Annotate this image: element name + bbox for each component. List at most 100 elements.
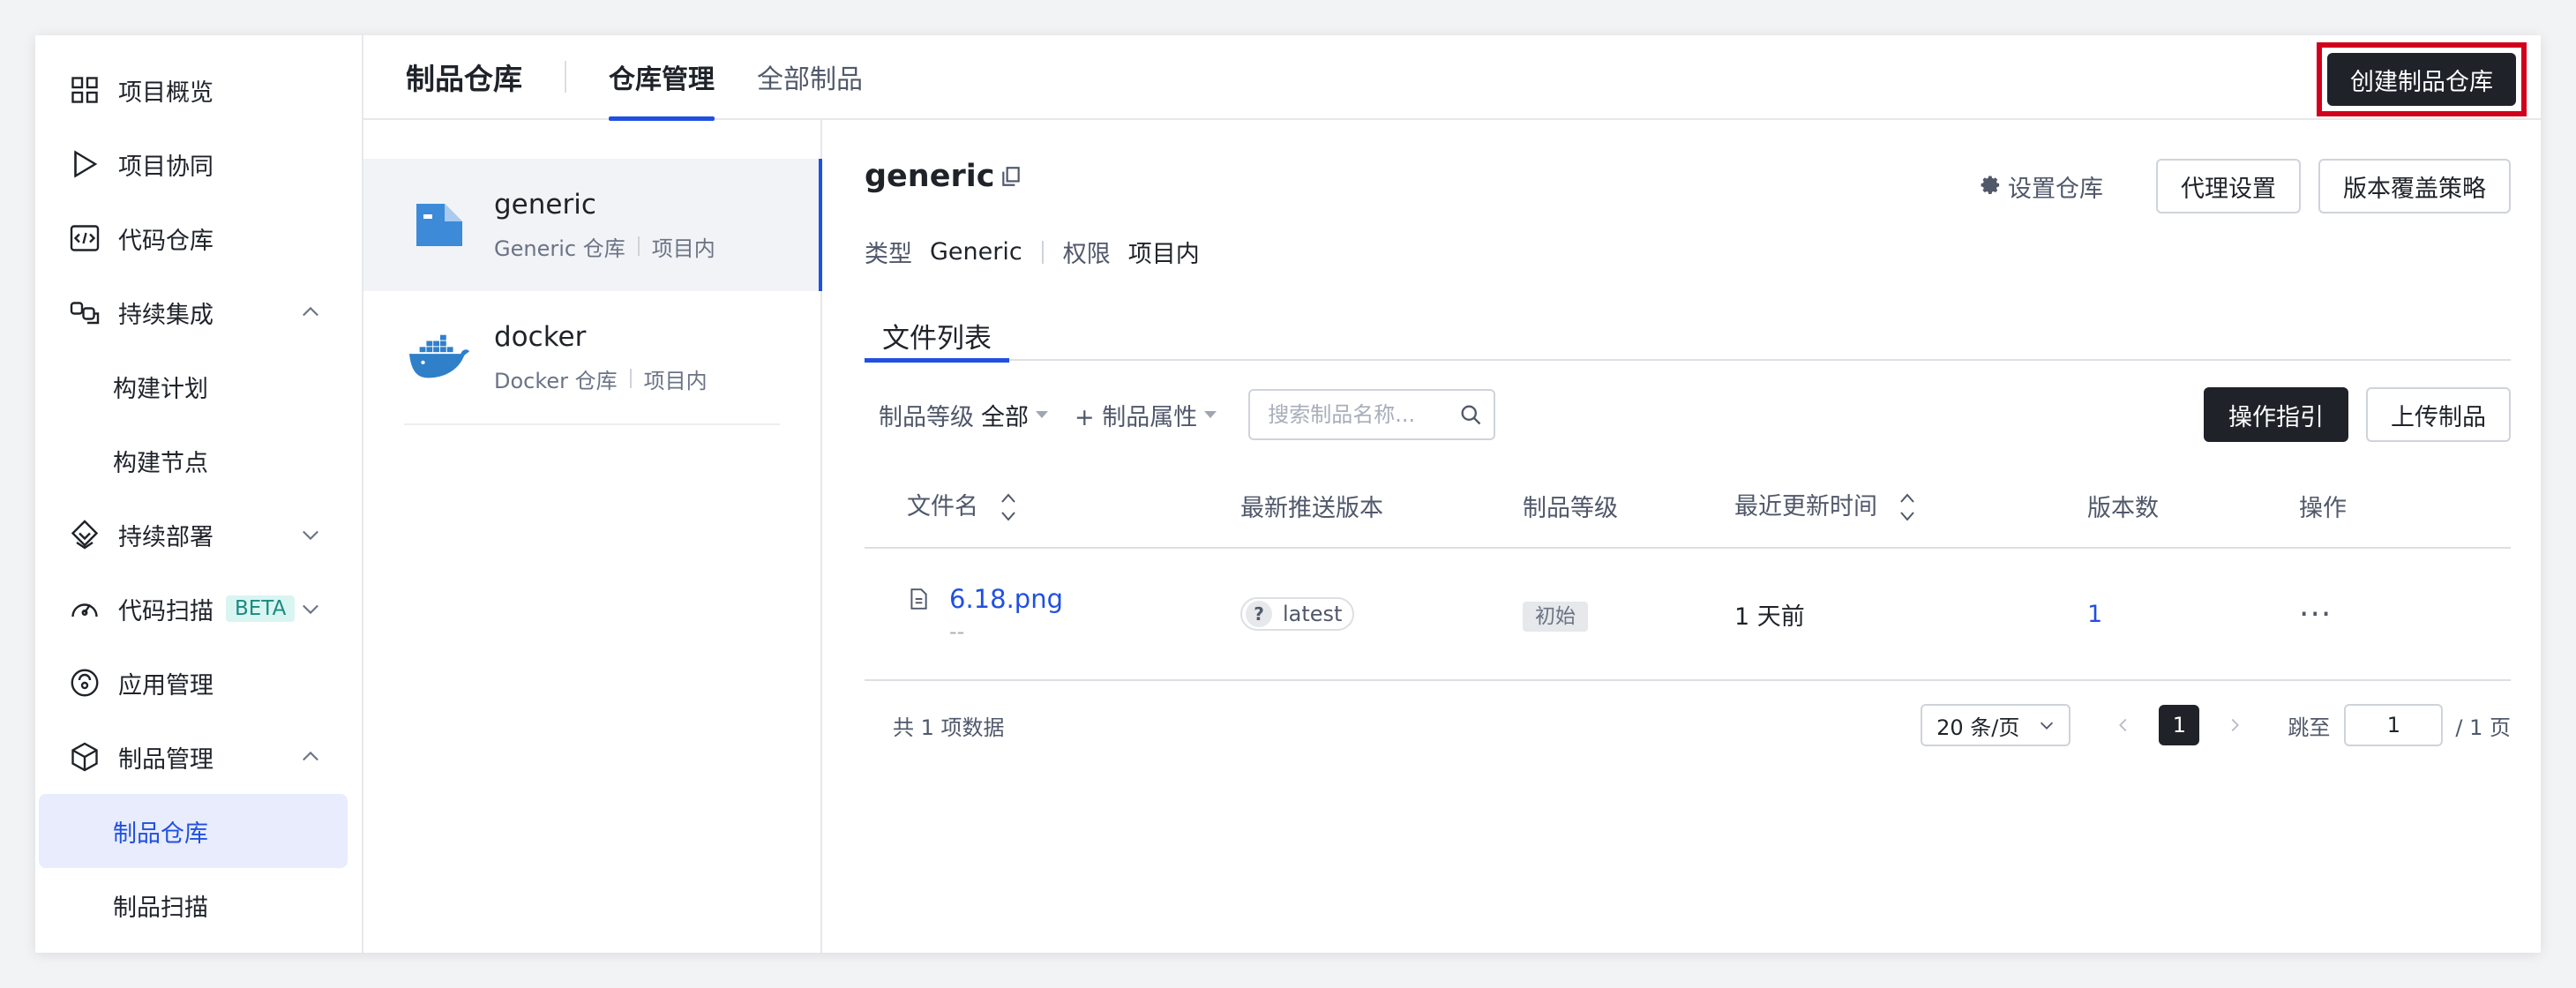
- more-actions-icon[interactable]: ···: [2299, 596, 2332, 632]
- gear-icon: [1981, 176, 2000, 194]
- attribute-filter[interactable]: + 制品属性: [1075, 398, 1217, 432]
- repo-name: generic: [494, 188, 596, 221]
- search-input[interactable]: [1268, 402, 1445, 427]
- chevron-up-icon: [303, 306, 318, 317]
- sidebar-item-build-plan[interactable]: 构建计划: [39, 349, 348, 423]
- table-row: 6.18.png -- ? latest 初始 1 天前 1 ···: [865, 548, 2511, 681]
- upload-button[interactable]: 上传制品: [2366, 387, 2511, 442]
- column-header-latest-version: 最新推送版本: [1240, 465, 1523, 549]
- tab-all-artifacts[interactable]: 全部制品: [757, 34, 863, 119]
- permission-label: 权限: [1062, 241, 1111, 268]
- chevron-left-icon: [2119, 718, 2127, 732]
- meta-separator: [629, 369, 632, 388]
- proxy-settings-button[interactable]: 代理设置: [2156, 159, 2301, 213]
- chevron-up-icon: [303, 751, 318, 761]
- tab-file-list[interactable]: 文件列表: [865, 310, 1009, 363]
- next-page-button[interactable]: [2217, 707, 2252, 743]
- sidebar-item-label: 代码扫描: [118, 597, 213, 625]
- sort-icon[interactable]: [999, 490, 1018, 525]
- level-tag: 初始: [1523, 602, 1588, 632]
- column-header-updated[interactable]: 最近更新时间: [1734, 465, 2087, 549]
- version-tag: ? latest: [1240, 597, 1355, 631]
- total-count: 共 1 项数据: [893, 715, 1005, 740]
- jump-input[interactable]: [2344, 704, 2444, 746]
- repo-name: docker: [494, 320, 587, 353]
- page-number-current[interactable]: 1: [2159, 705, 2200, 745]
- sidebar-item-artifact-scan[interactable]: 制品扫描: [39, 868, 348, 942]
- version-count-link[interactable]: 1: [2087, 601, 2102, 628]
- table-header-row: 文件名 最新推送版本 制品等级 最近更新时间 版本数 操作: [865, 465, 2511, 549]
- sidebar-item-cd[interactable]: 持续部署: [39, 498, 348, 572]
- overwrite-policy-button[interactable]: 版本覆盖策略: [2318, 159, 2511, 213]
- meta-separator: [1041, 240, 1044, 264]
- filter-actions: 操作指引 上传制品: [2186, 387, 2511, 442]
- sidebar-item-artifact-repo[interactable]: 制品仓库: [39, 794, 348, 868]
- meta-separator: [637, 236, 640, 256]
- repo-item-generic[interactable]: generic Generic 仓库 项目内: [363, 159, 822, 291]
- prev-page-button[interactable]: [2106, 707, 2141, 743]
- level-filter-value: 全部: [981, 403, 1029, 431]
- repo-scope: 项目内: [643, 368, 708, 393]
- cell-version-count: 1: [2087, 548, 2299, 681]
- folder-icon: [408, 193, 471, 257]
- repo-list: generic Generic 仓库 项目内 docker Docker 仓库 …: [363, 120, 822, 953]
- ci-icon: [67, 295, 102, 330]
- sidebar-item-label: 构建节点: [113, 449, 208, 477]
- page-title: 制品仓库: [406, 62, 522, 96]
- highlight-box: 创建制品仓库: [2317, 42, 2527, 116]
- guide-button[interactable]: 操作指引: [2204, 387, 2348, 442]
- sidebar-item-overview[interactable]: 项目概览: [39, 53, 348, 127]
- type-label: 类型: [865, 241, 912, 268]
- create-repo-button[interactable]: 创建制品仓库: [2327, 53, 2516, 106]
- permission-value: 项目内: [1127, 241, 1200, 268]
- top-bar: 制品仓库 仓库管理 全部制品 创建制品仓库: [363, 34, 2541, 121]
- settings-link[interactable]: 设置仓库: [1980, 169, 2103, 204]
- detail-header: generic 设置仓库 代理设置 版本覆盖策略: [865, 159, 2511, 213]
- list-divider: [404, 423, 780, 425]
- repo-item-docker[interactable]: docker Docker 仓库 项目内: [363, 291, 820, 423]
- file-subtext: --: [949, 619, 965, 644]
- grid-icon: [67, 72, 102, 108]
- box-icon: [67, 739, 102, 775]
- repo-type: Generic 仓库: [494, 236, 625, 261]
- copy-icon[interactable]: [1000, 165, 1022, 188]
- title-divider: [565, 61, 566, 93]
- sub-tabs: 文件列表: [865, 310, 2511, 363]
- page-size-select[interactable]: 20 条/页: [1921, 704, 2071, 746]
- column-label: 最近更新时间: [1734, 492, 1877, 520]
- column-header-filename[interactable]: 文件名: [865, 465, 1240, 549]
- sidebar-item-collab[interactable]: 项目协同: [39, 127, 348, 201]
- sidebar-item-label: 制品管理: [118, 745, 213, 774]
- repo-meta-line: 类型 Generic 权限 项目内: [865, 235, 2511, 269]
- page-jump: 跳至 / 1 页: [2288, 704, 2511, 746]
- file-table: 文件名 最新推送版本 制品等级 最近更新时间 版本数 操作 6.18.png -…: [865, 465, 2511, 681]
- type-value: Generic: [930, 238, 1022, 266]
- caret-down-icon: [1036, 411, 1048, 418]
- play-icon: [67, 146, 102, 182]
- repo-title-text: generic: [865, 159, 995, 194]
- sidebar-item-label: 应用管理: [118, 671, 213, 700]
- file-name-link[interactable]: 6.18.png: [949, 584, 1063, 614]
- level-filter[interactable]: 制品等级 全部: [879, 398, 1048, 432]
- sidebar-item-artifact-mgmt[interactable]: 制品管理: [39, 720, 348, 794]
- sidebar-item-label: 构建计划: [113, 375, 208, 403]
- sidebar-item-code-repo[interactable]: 代码仓库: [39, 201, 348, 275]
- caret-down-icon: [1204, 411, 1217, 418]
- sidebar-item-app-mgmt[interactable]: 应用管理: [39, 646, 348, 720]
- search-icon[interactable]: [1458, 402, 1483, 427]
- level-filter-label: 制品等级: [879, 403, 974, 431]
- sidebar-item-build-node[interactable]: 构建节点: [39, 423, 348, 498]
- app-icon: [67, 665, 102, 700]
- sidebar-item-label: 项目协同: [118, 153, 213, 181]
- tab-repo-management[interactable]: 仓库管理: [609, 34, 715, 121]
- sidebar-item-ci[interactable]: 持续集成: [39, 275, 348, 349]
- sidebar-item-code-scan[interactable]: 代码扫描 BETA: [39, 572, 348, 646]
- cell-level: 初始: [1523, 548, 1734, 681]
- sort-icon[interactable]: [1898, 490, 1917, 525]
- content-body: generic Generic 仓库 项目内 docker Docker 仓库 …: [363, 120, 2541, 953]
- beta-badge: BETA: [226, 595, 296, 622]
- column-header-actions: 操作: [2299, 465, 2511, 549]
- attribute-filter-label: + 制品属性: [1075, 403, 1198, 431]
- repo-title: generic: [865, 159, 1022, 194]
- sidebar-item-label: 代码仓库: [118, 227, 213, 255]
